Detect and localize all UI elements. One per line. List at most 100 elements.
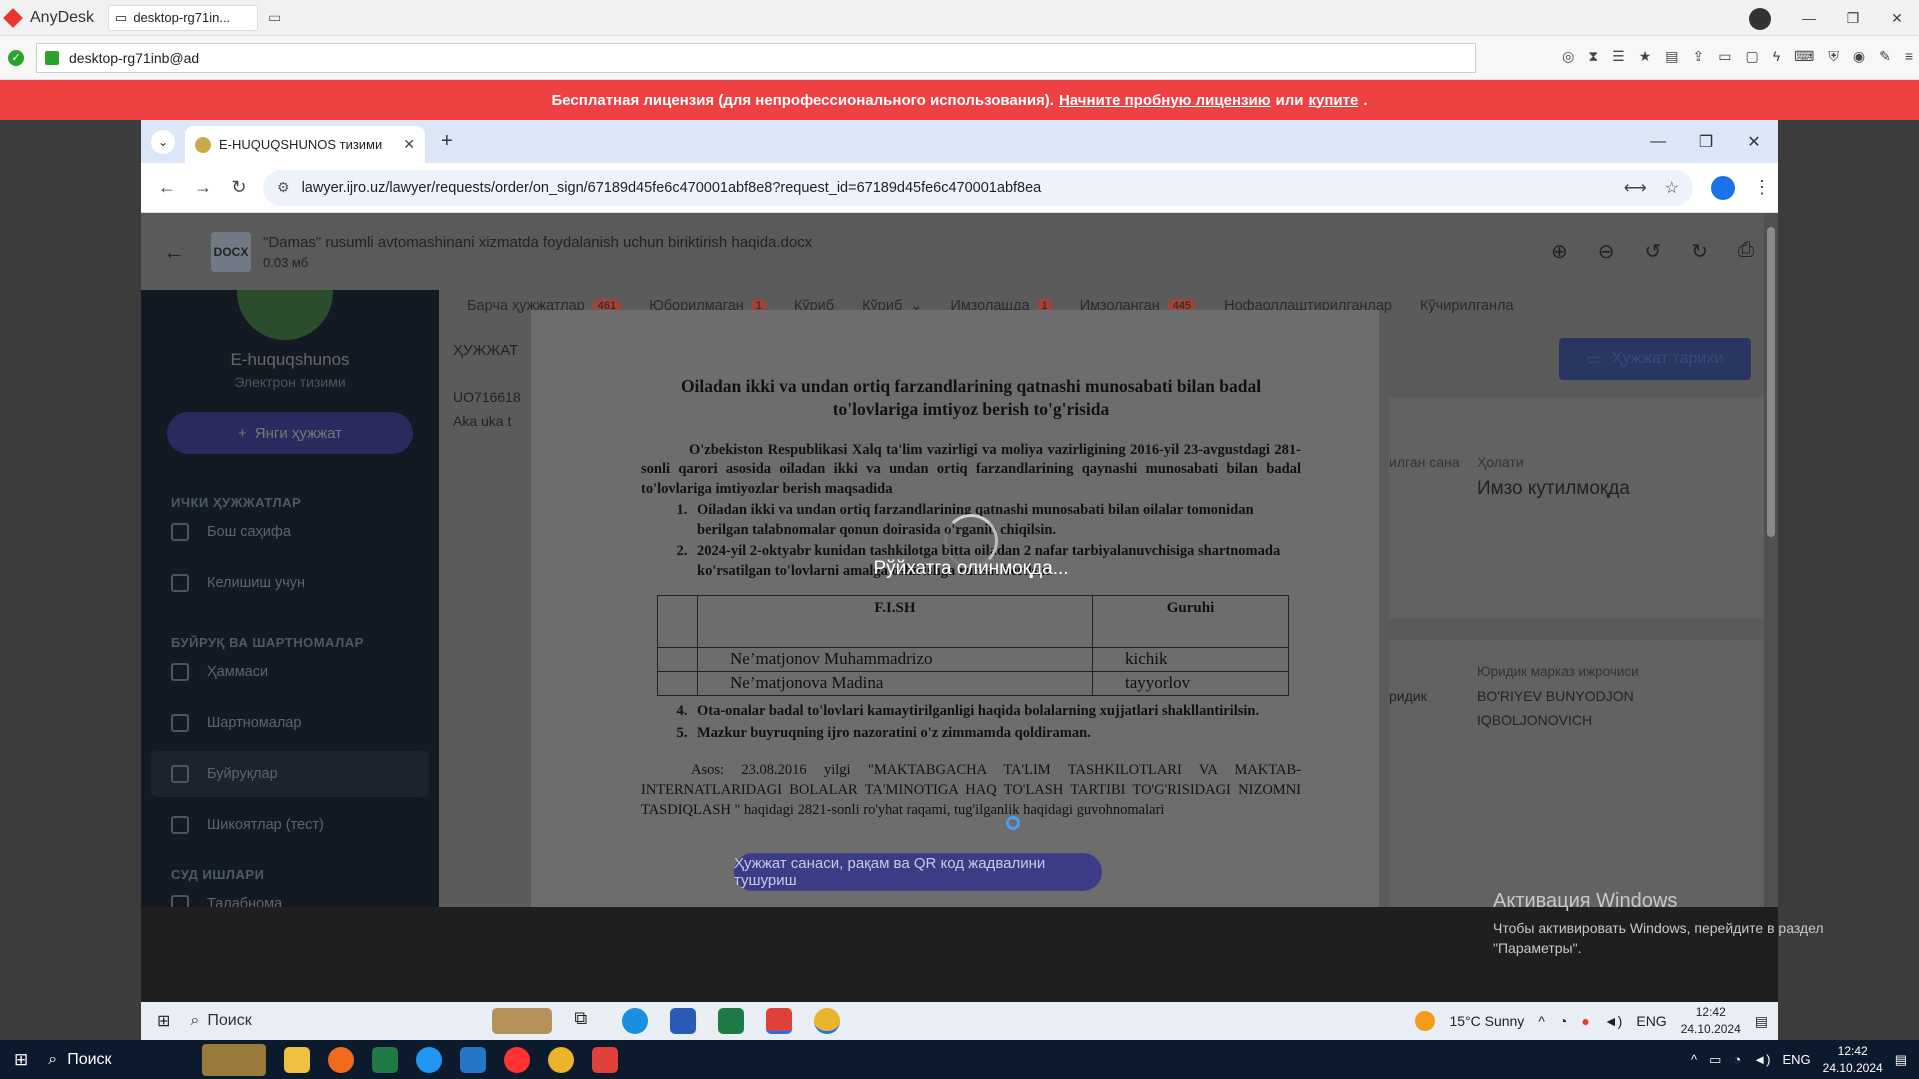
network-icon[interactable]: ◔ xyxy=(1733,1052,1741,1067)
record-icon[interactable]: ◉ xyxy=(1853,48,1865,65)
rotate-right-icon[interactable]: ↻ xyxy=(1691,239,1708,264)
file-explorer-icon[interactable] xyxy=(284,1046,311,1073)
display-icon[interactable]: ▭ xyxy=(1709,1052,1721,1068)
trial-license-link[interactable]: Начните пробную лицензию xyxy=(1059,92,1271,109)
document-history-button[interactable]: ▭ Ҳужжат тарихи xyxy=(1559,338,1751,380)
excel-icon[interactable] xyxy=(718,1008,745,1034)
browser-tab[interactable]: E-HUQUQSHUNOS тизими ✕ xyxy=(185,126,425,163)
host-clock[interactable]: 12:42 24.10.2024 xyxy=(1823,1043,1883,1075)
word-icon[interactable] xyxy=(670,1008,697,1034)
host-search-box[interactable]: ⌕ Поиск xyxy=(48,1040,267,1079)
close-tab-icon[interactable]: ✕ xyxy=(403,136,415,153)
document-item-4: Ota-onalar badal to'lovlari kamaytirilga… xyxy=(691,702,1301,722)
chrome-icon[interactable] xyxy=(548,1046,575,1073)
buy-link[interactable]: купите xyxy=(1309,92,1359,109)
excel-icon[interactable] xyxy=(372,1046,399,1073)
display-icon[interactable]: ▭ xyxy=(1718,48,1731,65)
chat-icon[interactable]: ▢ xyxy=(1746,48,1759,65)
file-icon[interactable]: ▤ xyxy=(1665,48,1678,65)
language-indicator[interactable]: ENG xyxy=(1782,1052,1810,1067)
draw-icon[interactable]: ✎ xyxy=(1879,48,1891,65)
anydesk-icon[interactable] xyxy=(592,1046,619,1073)
profile-avatar[interactable] xyxy=(1711,175,1735,200)
new-session-icon[interactable]: ▭ xyxy=(268,9,281,26)
minimize-icon[interactable]: — xyxy=(1634,133,1682,151)
state-emblem-icon xyxy=(237,290,333,340)
volume-icon[interactable]: ◄) xyxy=(1604,1013,1623,1029)
upload-icon[interactable]: ⇪ xyxy=(1693,48,1705,65)
action-icon[interactable]: ϟ xyxy=(1773,48,1780,65)
zoom-out-icon[interactable]: ⊖ xyxy=(1598,239,1615,264)
forward-icon[interactable]: → xyxy=(185,177,221,198)
rotate-left-icon[interactable]: ↺ xyxy=(1644,239,1661,264)
sidebar-item-orders[interactable]: Буйруқлар xyxy=(151,751,429,797)
tray-chevron-icon[interactable]: ^ xyxy=(1691,1052,1697,1067)
task-view-icon[interactable]: ⧉ xyxy=(574,1008,600,1034)
stack-icon[interactable]: ☰ xyxy=(1612,48,1625,65)
sidebar-item-home[interactable]: Бош саҳифа xyxy=(151,509,429,555)
zoom-in-icon[interactable]: ⊕ xyxy=(1551,239,1568,264)
remote-search-box[interactable]: ⌕ Поиск xyxy=(190,1012,470,1030)
anydesk-session-tab[interactable]: ▭ desktop-rg71in... xyxy=(108,4,259,31)
view-icon[interactable]: ◎ xyxy=(1562,48,1574,65)
vscode-icon[interactable] xyxy=(460,1046,487,1073)
restore-icon[interactable]: ❐ xyxy=(1682,132,1730,152)
reload-icon[interactable]: ↻ xyxy=(221,177,257,198)
back-arrow-icon[interactable]: ← xyxy=(163,239,185,265)
remote-clock[interactable]: 12:42 24.10.2024 xyxy=(1681,1004,1741,1038)
network-icon[interactable]: ◔ xyxy=(1559,1013,1567,1029)
notification-icon[interactable]: ▤ xyxy=(1755,1013,1768,1030)
site-info-icon[interactable]: ⚙ xyxy=(277,179,290,196)
column-header-group: Guruhi xyxy=(1092,595,1289,649)
bookmark-star-icon[interactable]: ☆ xyxy=(1665,178,1679,198)
sidebar-item-requests[interactable]: Талабнома xyxy=(151,881,429,907)
yandex-icon[interactable] xyxy=(504,1046,531,1073)
sidebar-item-complaints[interactable]: Шикоятлар (тест) xyxy=(151,802,429,848)
address-bar[interactable]: ⚙ lawyer.ijro.uz/lawyer/requests/order/o… xyxy=(263,169,1693,206)
restore-icon[interactable]: ❐ xyxy=(1831,10,1875,27)
star-icon[interactable]: ★ xyxy=(1639,48,1652,65)
shield-icon[interactable]: ⛨ xyxy=(1828,48,1839,65)
monitor-icon: ▭ xyxy=(115,9,128,25)
sidebar-item-label: Ҳаммаси xyxy=(207,664,269,680)
scrollbar-thumb[interactable] xyxy=(1767,227,1775,537)
tray-chevron-icon[interactable]: ^ xyxy=(1538,1013,1545,1029)
close-icon[interactable]: ✕ xyxy=(1730,132,1778,152)
sidebar-item-agreement[interactable]: Келишиш учун xyxy=(151,560,429,606)
sidebar-brand: E-huquqshunos xyxy=(230,350,350,369)
language-indicator[interactable]: ENG xyxy=(1636,1013,1666,1029)
page-scrollbar[interactable] xyxy=(1764,213,1778,907)
new-tab-icon[interactable]: + xyxy=(441,130,453,153)
new-document-button[interactable]: + Янги ҳужжат xyxy=(167,412,413,454)
minimize-icon[interactable]: — xyxy=(1787,10,1831,26)
sidebar-item-all[interactable]: Ҳаммаси xyxy=(151,649,429,695)
anydesk-icon[interactable] xyxy=(766,1008,793,1034)
tab-search-icon[interactable]: ⌄ xyxy=(151,129,175,154)
alert-icon[interactable]: ● xyxy=(1581,1013,1589,1029)
anydesk-menu-icon[interactable] xyxy=(1749,8,1771,30)
translate-icon[interactable]: ⟷ xyxy=(1624,178,1647,198)
telegram-icon[interactable] xyxy=(416,1046,443,1073)
sidebar: E-huquqshunos Электрон тизими + Янги ҳуж… xyxy=(141,290,439,907)
back-icon[interactable]: ← xyxy=(149,177,185,198)
url-text: lawyer.ijro.uz/lawyer/requests/order/on_… xyxy=(301,179,1042,196)
windows-start-icon[interactable]: ⊞ xyxy=(157,1011,170,1031)
sidebar-item-contracts[interactable]: Шартномалар xyxy=(151,700,429,746)
print-icon[interactable]: ⎙ xyxy=(1738,239,1754,264)
remote-system-tray: 15°C Sunny ^ ◔ ● ◄) ENG 12:42 24.10.2024… xyxy=(1415,1002,1768,1040)
search-icon: ⌕ xyxy=(190,1012,200,1029)
tab-deleted[interactable]: Кўчирилганла xyxy=(1420,298,1514,314)
edge-icon[interactable] xyxy=(622,1008,649,1034)
menu-icon[interactable]: ≡ xyxy=(1905,48,1913,65)
file-size: 0.03 мб xyxy=(263,254,309,270)
chrome-icon[interactable] xyxy=(814,1008,841,1034)
anydesk-address-field[interactable]: desktop-rg71inb@ad xyxy=(36,42,1476,73)
hourglass-icon[interactable]: ⧗ xyxy=(1588,48,1598,65)
keyboard-icon[interactable]: ⌨ xyxy=(1794,48,1814,65)
close-icon[interactable]: ✕ xyxy=(1875,10,1919,27)
paint-icon[interactable] xyxy=(328,1046,355,1073)
windows-start-icon[interactable]: ⊞ xyxy=(14,1050,28,1070)
volume-icon[interactable]: ◄) xyxy=(1753,1052,1770,1067)
kebab-menu-icon[interactable]: ⋮ xyxy=(1753,177,1771,198)
notification-icon[interactable]: ▤ xyxy=(1895,1052,1907,1068)
